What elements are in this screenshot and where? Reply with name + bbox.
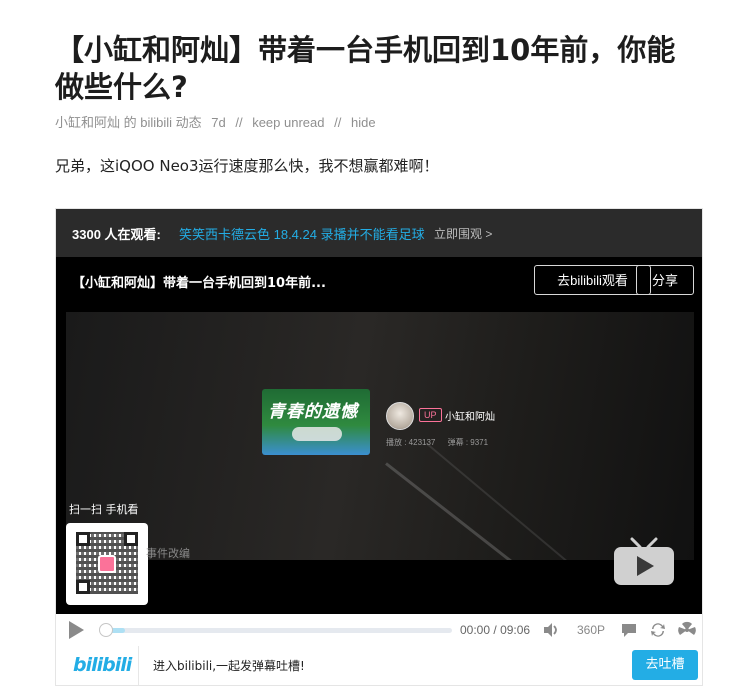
quality-selector[interactable]: 360P xyxy=(577,623,605,637)
danmaku-bar: bilibili 进入bilibili,一起发弹幕吐槽! 去吐槽 xyxy=(56,646,702,685)
current-time: 00:00 xyxy=(460,623,491,637)
up-badge: UP xyxy=(419,408,442,422)
time-separator: / xyxy=(493,623,497,637)
bilibili-logo[interactable]: bilibili xyxy=(73,654,132,676)
post-meta: 小缸和阿灿 的 bilibili 动态 7d // keep unread //… xyxy=(55,112,376,131)
live-stream-link[interactable]: 笑笑西卡德云色 18.4.24 录播并不能看足球 xyxy=(179,224,425,243)
video-frame-detail xyxy=(385,462,592,560)
thumbnail-figures xyxy=(292,427,342,441)
keep-unread-link[interactable]: keep unread xyxy=(252,115,324,130)
hide-link[interactable]: hide xyxy=(351,115,376,130)
send-danmaku-button[interactable]: 去吐槽 xyxy=(632,650,698,680)
qr-finder xyxy=(76,532,90,546)
post-body: 兄弟，这iQOO Neo3运行速度那么快，我不想赢都难啊！ xyxy=(55,157,439,175)
video-frame[interactable] xyxy=(66,312,694,560)
danmaku-count: 弹幕 : 9371 xyxy=(447,438,489,447)
time-display: 00:00 / 09:06 xyxy=(460,623,530,637)
uploader-name[interactable]: 小缸和阿灿 xyxy=(445,408,495,423)
meta-separator: // xyxy=(235,115,243,130)
progress-knob[interactable] xyxy=(99,623,113,637)
bilibili-tv-play-icon[interactable] xyxy=(612,537,676,587)
goto-bilibili-button[interactable]: 去bilibili观看 xyxy=(534,265,651,295)
danmaku-toggle-icon[interactable] xyxy=(620,621,638,639)
qr-code xyxy=(66,523,148,605)
video-frame-detail xyxy=(425,442,596,560)
progress-bar[interactable] xyxy=(99,623,452,637)
volume-icon[interactable] xyxy=(542,621,560,639)
scan-to-watch-label: 扫一扫 手机看 xyxy=(69,503,139,516)
related-video-thumbnail[interactable]: 青春的遗憾 xyxy=(262,389,370,455)
video-player[interactable]: 3300 人在观看: 笑笑西卡德云色 18.4.24 录播并不能看足球 立即围观… xyxy=(55,208,703,686)
qr-finder xyxy=(76,580,90,594)
meta-separator: // xyxy=(334,115,342,130)
thumbnail-title: 青春的遗憾 xyxy=(268,402,358,422)
post-source-link[interactable]: 小缸和阿灿 的 bilibili 动态 xyxy=(55,115,202,130)
video-stats: 播放 : 423137 弹幕 : 9371 xyxy=(386,437,498,448)
qr-finder xyxy=(124,532,138,546)
uploader-avatar[interactable] xyxy=(386,402,414,430)
duration: 09:06 xyxy=(500,623,531,637)
danmaku-input[interactable]: 进入bilibili,一起发弹幕吐槽! xyxy=(153,657,305,674)
qr-logo-icon xyxy=(98,555,116,573)
viewer-count: 3300 人在观看: xyxy=(72,227,161,242)
live-topbar: 3300 人在观看: 笑笑西卡德云色 18.4.24 录播并不能看足球 立即围观… xyxy=(56,209,702,257)
watch-now-link[interactable]: 立即围观 > xyxy=(434,225,492,242)
fullscreen-icon[interactable] xyxy=(678,621,696,639)
post-age: 7d xyxy=(211,115,226,130)
post-title: 【小缸和阿灿】带着一台手机回到10年前，你能做些什么? xyxy=(55,33,676,104)
player-controls: 00:00 / 09:06 360P xyxy=(56,614,702,647)
play-count: 播放 : 423137 xyxy=(386,438,436,447)
video-caption: 事件改编 xyxy=(146,547,190,560)
video-title[interactable]: 【小缸和阿灿】带着一台手机回到10年前... xyxy=(72,272,326,291)
loop-icon[interactable] xyxy=(649,621,667,639)
divider xyxy=(138,646,139,685)
play-icon[interactable] xyxy=(66,620,86,640)
share-button[interactable]: 分享 xyxy=(636,265,694,295)
